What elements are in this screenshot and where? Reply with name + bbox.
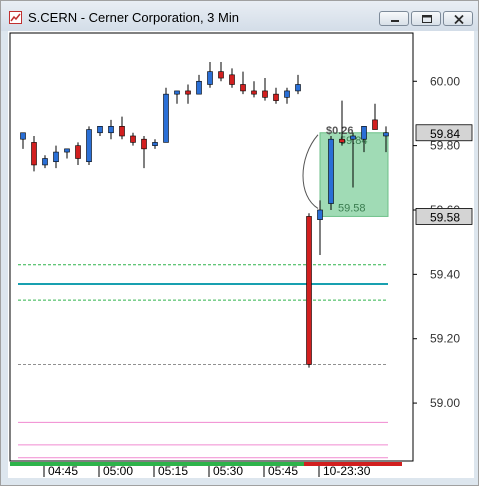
candle-body-up [174, 90, 180, 95]
candle-body-up [350, 135, 356, 140]
candle-body-down [339, 138, 345, 143]
candle[interactable] [163, 87, 169, 143]
price-chart[interactable]: $0.2659.8459.58 60.0059.8059.6059.4059.2… [8, 31, 474, 478]
candle-body-down [273, 93, 279, 101]
measure-bottom-label: 59.58 [338, 202, 366, 214]
window-title: S.CERN - Cerner Corporation, 3 Min [28, 10, 239, 25]
candle-body-up [284, 90, 290, 98]
candle-body-down [251, 90, 257, 95]
candle-body-down [240, 84, 246, 92]
candle-body-up [53, 151, 59, 163]
minimize-icon [391, 20, 399, 22]
close-button[interactable] [443, 11, 473, 26]
y-tick-label: 59.40 [430, 267, 460, 281]
candle-body-up [361, 126, 367, 140]
price-tag: 59.58 [415, 208, 473, 225]
y-tick-label: 60.00 [430, 74, 460, 88]
candle-body-up [317, 209, 323, 220]
title-bar[interactable]: S.CERN - Cerner Corporation, 3 Min [1, 1, 478, 31]
x-tick-label: 04:45 [48, 464, 78, 478]
x-tick-label: 10-23:30 [323, 464, 371, 478]
y-tick-label: 59.20 [430, 332, 460, 346]
price-tag-label: 59.84 [430, 127, 460, 141]
candle-body-up [196, 80, 202, 95]
candle-body-up [328, 138, 334, 204]
candle-body-up [64, 148, 70, 153]
x-tick-label: 05:45 [268, 464, 298, 478]
minimize-button[interactable] [379, 11, 409, 26]
candle-body-up [207, 71, 213, 85]
app-icon [9, 11, 22, 24]
candle-body-up [163, 93, 169, 143]
chart-area[interactable]: $0.2659.8459.58 60.0059.8059.6059.4059.2… [8, 31, 474, 478]
candle-body-up [152, 142, 158, 146]
price-tag: 59.84 [415, 124, 473, 142]
candle-body-down [229, 74, 235, 85]
maximize-icon [422, 15, 432, 23]
candle-body-down [130, 135, 136, 143]
close-icon [454, 14, 464, 25]
price-tag-label: 59.58 [430, 210, 460, 224]
candle-body-down [372, 119, 378, 130]
plot-frame [9, 32, 414, 462]
candle-body-down [218, 71, 224, 79]
x-tick-label: 05:00 [103, 464, 133, 478]
candle-body-down [75, 145, 81, 159]
candle-body-down [185, 90, 191, 95]
candle-body-up [295, 84, 301, 92]
candle-body-down [262, 90, 268, 98]
candle-body-up [86, 129, 92, 163]
candle-body-up [97, 126, 103, 134]
y-tick-label: 59.00 [430, 396, 460, 410]
candle[interactable] [306, 213, 312, 368]
candle-body-down [306, 216, 312, 365]
candle-body-down [119, 126, 125, 137]
candle-body-up [20, 132, 26, 140]
candle-body-down [31, 142, 37, 166]
candle-body-up [383, 132, 389, 137]
candle[interactable] [328, 135, 334, 210]
x-tick-label: 05:30 [213, 464, 243, 478]
candle-body-up [108, 126, 114, 134]
chart-window: S.CERN - Cerner Corporation, 3 Min $0.26… [0, 0, 479, 486]
candle-body-up [42, 158, 48, 166]
candle-body-down [141, 138, 147, 150]
candle[interactable] [86, 126, 92, 165]
maximize-button[interactable] [411, 11, 441, 26]
x-tick-label: 05:15 [158, 464, 188, 478]
